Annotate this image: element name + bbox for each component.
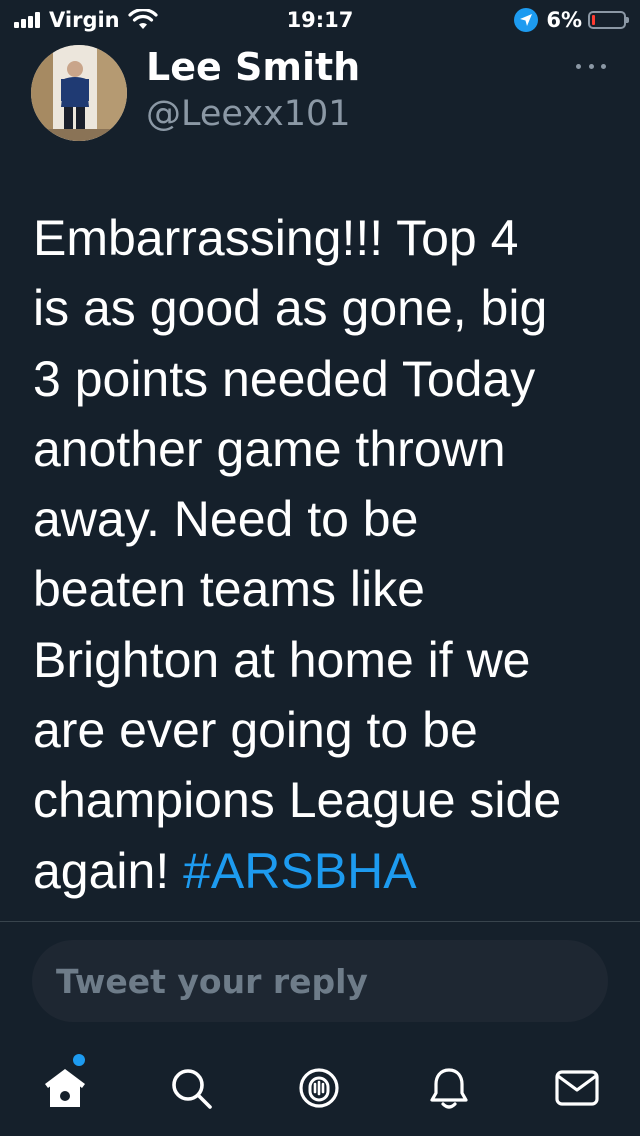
tweet-text-line: Embarrassing!!! Top 4 — [33, 210, 519, 266]
divider — [0, 921, 640, 922]
tweet-text-line-last: again! #ARSBHA — [33, 836, 618, 906]
reply-input[interactable]: Tweet your reply — [32, 940, 608, 1022]
tweet-text-line: are ever going to be — [33, 702, 478, 759]
tweet-text-line: champions League side — [33, 772, 562, 829]
battery-icon — [588, 11, 629, 29]
search-icon[interactable] — [166, 1063, 216, 1113]
more-options-icon[interactable] — [576, 58, 606, 74]
status-right: 6% — [514, 6, 629, 34]
tweet-text: Embarrassing!!! Top 4 is as good as gone… — [33, 203, 618, 906]
tweet-text-line: is as good as gone, big — [33, 280, 548, 337]
tweet-text-line: Brighton at home if we — [33, 631, 531, 688]
avatar-photo — [31, 45, 127, 141]
author-info[interactable]: Lee Smith @Leexx101 — [146, 44, 360, 138]
tweet-text-line: beaten teams like — [33, 561, 425, 618]
status-bar: Virgin 19:17 6% — [0, 0, 640, 40]
avatar[interactable] — [31, 45, 127, 141]
author-name[interactable]: Lee Smith — [146, 44, 360, 90]
tweet-text-line: again! — [33, 842, 184, 899]
tweet-text-line: away. Need to be — [33, 491, 419, 548]
hashtag-link[interactable]: #ARSBHA — [183, 843, 416, 899]
battery-level — [592, 15, 595, 25]
battery-percentage: 6% — [546, 8, 582, 32]
tweet-text-line: 3 points needed Today — [33, 350, 536, 407]
reply-placeholder: Tweet your reply — [56, 961, 368, 1001]
messages-icon[interactable] — [552, 1063, 602, 1113]
spaces-icon[interactable] — [294, 1063, 344, 1113]
unread-indicator — [73, 1054, 85, 1066]
tweet-text-line: another game thrown — [33, 420, 506, 477]
home-icon[interactable] — [40, 1063, 90, 1113]
author-handle[interactable]: @Leexx101 — [146, 90, 360, 138]
location-icon — [514, 8, 539, 32]
notifications-icon[interactable] — [424, 1063, 474, 1113]
